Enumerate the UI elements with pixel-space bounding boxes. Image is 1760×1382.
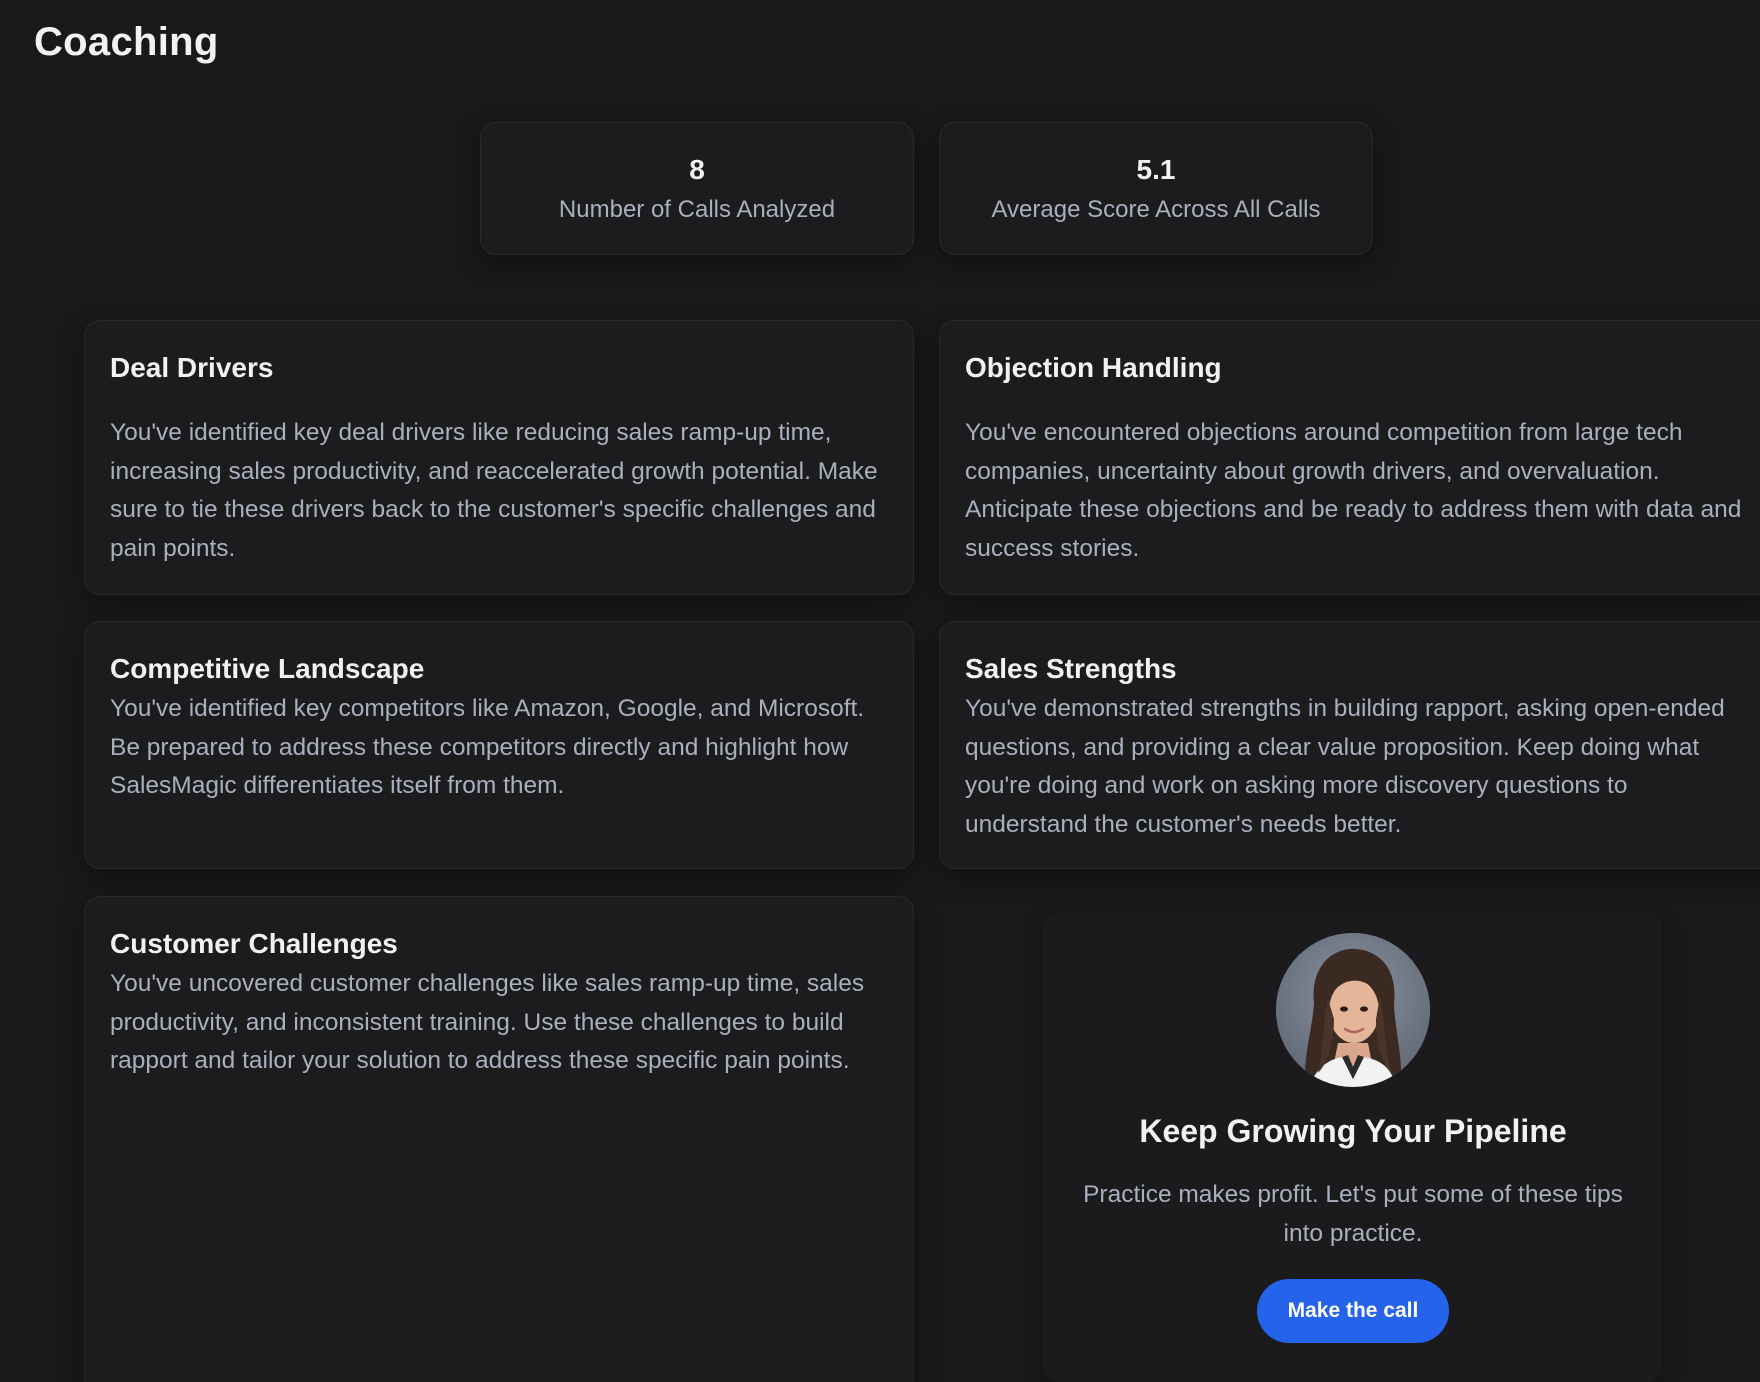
card-title: Deal Drivers — [110, 352, 274, 383]
stat-label: Number of Calls Analyzed — [558, 195, 836, 223]
practice-cta-panel: Keep Growing Your Pipeline Practice make… — [1043, 912, 1663, 1382]
objection-handling-card: Objection Handling You've encountered ob… — [939, 320, 1760, 595]
sales-strengths-card: Sales Strengths You've demonstrated stre… — [939, 621, 1760, 869]
page-title: Coaching — [34, 20, 219, 64]
deal-drivers-card: Deal Drivers You've identified key deal … — [84, 320, 914, 595]
card-title: Sales Strengths — [965, 653, 1177, 684]
make-the-call-button[interactable]: Make the call — [1257, 1279, 1449, 1343]
stat-value: 8 — [689, 153, 705, 185]
coaching-page: Coaching 8 Number of Calls Analyzed 5.1 … — [0, 0, 1760, 1382]
card-title: Customer Challenges — [110, 928, 398, 959]
card-title: Competitive Landscape — [110, 653, 425, 684]
stat-card-calls-analyzed: 8 Number of Calls Analyzed — [480, 122, 914, 255]
stat-label: Average Score Across All Calls — [991, 195, 1321, 223]
stat-card-average-score: 5.1 Average Score Across All Calls — [939, 122, 1373, 255]
card-body: You've demonstrated strengths in buildin… — [965, 695, 1725, 838]
avatar — [1276, 933, 1430, 1087]
cta-description: Practice makes profit. Let's put some of… — [1083, 1181, 1623, 1247]
stat-value: 5.1 — [1136, 153, 1176, 185]
card-body: You've identified key competitors like A… — [110, 695, 865, 799]
card-body: You've uncovered customer challenges lik… — [110, 970, 865, 1074]
card-title: Objection Handling — [965, 352, 1222, 383]
card-body: You've encountered objections around com… — [965, 419, 1742, 562]
card-body: You've identified key deal drivers like … — [110, 419, 878, 562]
customer-challenges-card: Customer Challenges You've uncovered cus… — [84, 896, 914, 1382]
competitive-landscape-card: Competitive Landscape You've identified … — [84, 621, 914, 869]
cta-title: Keep Growing Your Pipeline — [1139, 1113, 1567, 1149]
